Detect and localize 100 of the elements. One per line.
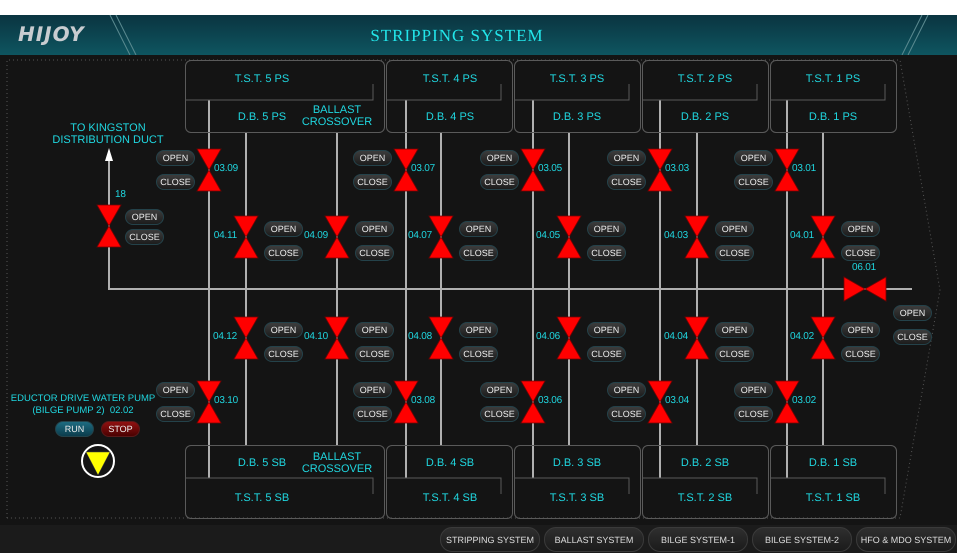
tank-label: T.S.T. 2 SB — [676, 492, 734, 504]
screen-title: STRIPPING SYSTEM — [369, 26, 545, 46]
close-button[interactable]: CLOSE — [156, 174, 195, 190]
tank-label: D.B. 2 PS — [680, 111, 730, 123]
close-button[interactable]: CLOSE — [893, 329, 932, 345]
open-button[interactable]: OPEN — [587, 322, 626, 338]
valve-tag: 03.08 — [411, 395, 436, 406]
open-button[interactable]: OPEN — [607, 382, 646, 398]
close-button[interactable]: CLOSE — [156, 406, 195, 422]
open-button[interactable]: OPEN — [734, 382, 773, 398]
open-button[interactable]: OPEN — [607, 150, 646, 166]
nav-tab[interactable]: BILGE SYSTEM-1 — [648, 527, 748, 552]
open-button[interactable]: OPEN — [156, 382, 195, 398]
close-button[interactable]: CLOSE — [355, 245, 394, 261]
tank-label: T.S.T. 3 SB — [548, 492, 606, 504]
run-button[interactable]: RUN — [55, 421, 94, 437]
close-button[interactable]: CLOSE — [715, 346, 754, 362]
close-button[interactable]: CLOSE — [459, 346, 498, 362]
valve-icon[interactable] — [843, 276, 887, 302]
close-button[interactable]: CLOSE — [264, 346, 303, 362]
open-button[interactable]: OPEN — [459, 221, 498, 237]
tank-label: D.B. 3 SB — [552, 457, 602, 469]
nav-tab[interactable]: BALLAST SYSTEM — [544, 527, 644, 552]
tank-label: T.S.T. 2 PS — [676, 73, 734, 85]
open-button[interactable]: OPEN — [459, 322, 498, 338]
valve-tag: 04.08 — [408, 331, 432, 342]
outlet-label: TO KINGSTON DISTRIBUTION DUCT — [51, 122, 165, 146]
crossover-label: BALLAST CROSSOVER — [300, 451, 374, 475]
valve-tag: 03.06 — [538, 395, 562, 406]
tank-label: D.B. 1 PS — [808, 111, 858, 123]
close-button[interactable]: CLOSE — [607, 174, 646, 190]
open-button[interactable]: OPEN — [353, 150, 392, 166]
valve-tag: 04.03 — [664, 230, 688, 241]
close-button[interactable]: CLOSE — [841, 346, 880, 362]
stop-button[interactable]: STOP — [101, 421, 140, 437]
open-button[interactable]: OPEN — [715, 221, 754, 237]
tank-label: D.B. 1 SB — [808, 457, 858, 469]
tank-label: T.S.T. 4 SB — [422, 492, 478, 504]
open-button[interactable]: OPEN — [355, 221, 394, 237]
tank-label: D.B. 4 PS — [424, 111, 476, 123]
valve-tag: 06.01 — [852, 262, 876, 273]
valve-tag: 04.10 — [304, 331, 328, 342]
close-button[interactable]: CLOSE — [353, 406, 392, 422]
nav-tab[interactable]: BILGE SYSTEM-2 — [752, 527, 852, 552]
close-button[interactable]: CLOSE — [459, 245, 498, 261]
valve-tag: 03.02 — [792, 395, 816, 406]
valve-tag: 04.05 — [536, 230, 560, 241]
close-button[interactable]: CLOSE — [587, 245, 626, 261]
close-button[interactable]: CLOSE — [480, 406, 519, 422]
pump-icon[interactable] — [80, 443, 116, 479]
open-button[interactable]: OPEN — [587, 221, 626, 237]
close-button[interactable]: CLOSE — [734, 406, 773, 422]
close-button[interactable]: CLOSE — [715, 245, 754, 261]
close-button[interactable]: CLOSE — [480, 174, 519, 190]
valve-tag: 04.06 — [536, 331, 560, 342]
close-button[interactable]: CLOSE — [355, 346, 394, 362]
tank-label: T.S.T. 4 PS — [422, 73, 478, 85]
valve-icon[interactable] — [96, 204, 122, 248]
tank-label: D.B. 4 SB — [424, 457, 476, 469]
close-button[interactable]: CLOSE — [841, 245, 880, 261]
close-button[interactable]: CLOSE — [734, 174, 773, 190]
tank-label: T.S.T. 5 PS — [234, 73, 290, 85]
valve-tag: 03.03 — [665, 163, 690, 174]
close-button[interactable]: CLOSE — [587, 346, 626, 362]
close-button[interactable]: CLOSE — [264, 245, 303, 261]
crossover-label: BALLAST CROSSOVER — [300, 104, 374, 128]
valve-tag: 03.01 — [792, 163, 816, 174]
tank-label: D.B. 3 PS — [552, 111, 602, 123]
open-button[interactable]: OPEN — [480, 382, 519, 398]
tank-label: T.S.T. 3 PS — [548, 73, 606, 85]
valve-tag: 04.07 — [408, 230, 432, 241]
open-button[interactable]: OPEN — [841, 221, 880, 237]
valve-tag: 03.09 — [214, 163, 238, 174]
open-button[interactable]: OPEN — [715, 322, 754, 338]
close-button[interactable]: CLOSE — [125, 229, 164, 245]
open-button[interactable]: OPEN — [156, 150, 195, 166]
open-button[interactable]: OPEN — [480, 150, 519, 166]
stripe-icon — [108, 15, 138, 55]
valve-tag: 04.04 — [664, 331, 688, 342]
stripe-icon — [900, 15, 930, 55]
open-button[interactable]: OPEN — [893, 305, 932, 321]
tank-label: D.B. 2 SB — [680, 457, 730, 469]
tank-label: T.S.T. 1 PS — [804, 73, 862, 85]
open-button[interactable]: OPEN — [264, 221, 303, 237]
open-button[interactable]: OPEN — [734, 150, 773, 166]
close-button[interactable]: CLOSE — [353, 174, 392, 190]
nav-tab[interactable]: HFO & MDO SYSTEM — [856, 527, 956, 552]
pump-label: EDUCTOR DRIVE WATER PUMP (BILGE PUMP 2) 02.02 — [10, 393, 156, 417]
tank-label: T.S.T. 1 SB — [804, 492, 862, 504]
tank-label: T.S.T. 5 SB — [234, 492, 290, 504]
open-button[interactable]: OPEN — [264, 322, 303, 338]
open-button[interactable]: OPEN — [353, 382, 392, 398]
open-button[interactable]: OPEN — [355, 322, 394, 338]
open-button[interactable]: OPEN — [841, 322, 880, 338]
valve-tag: 04.09 — [304, 230, 328, 241]
valve-tag: 03.10 — [214, 395, 238, 406]
close-button[interactable]: CLOSE — [607, 406, 646, 422]
valve-tag: 03.05 — [538, 163, 562, 174]
nav-tab[interactable]: STRIPPING SYSTEM — [440, 527, 540, 552]
open-button[interactable]: OPEN — [125, 209, 164, 225]
